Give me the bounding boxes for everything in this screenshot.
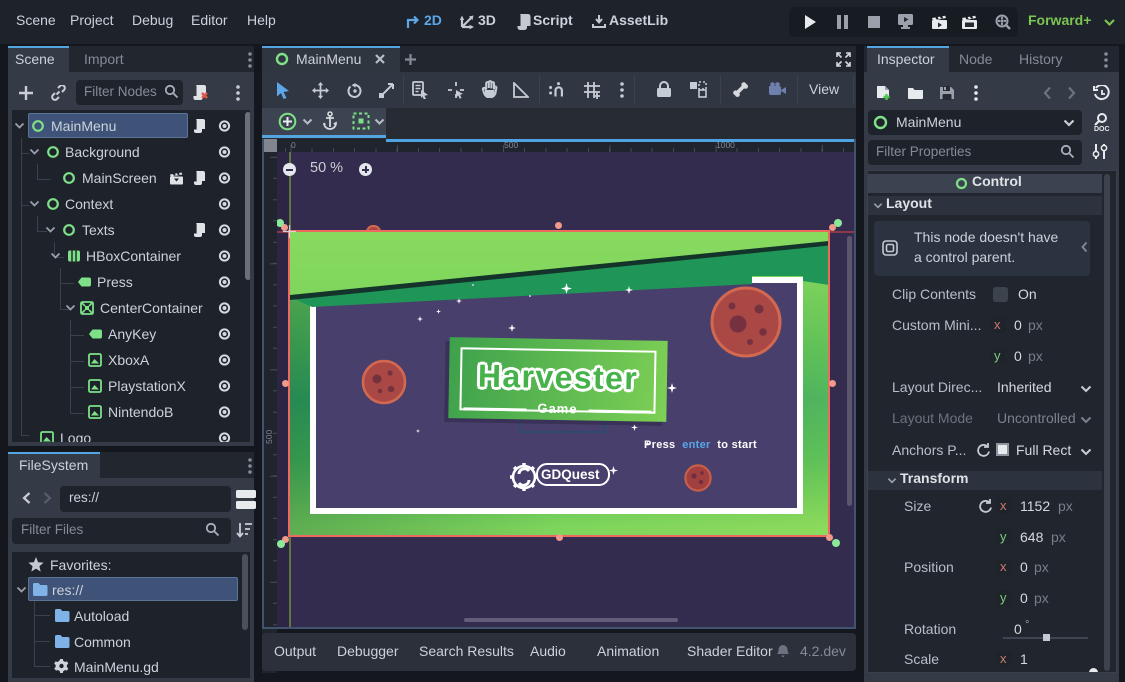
- svg-text:DOC: DOC: [1094, 126, 1110, 133]
